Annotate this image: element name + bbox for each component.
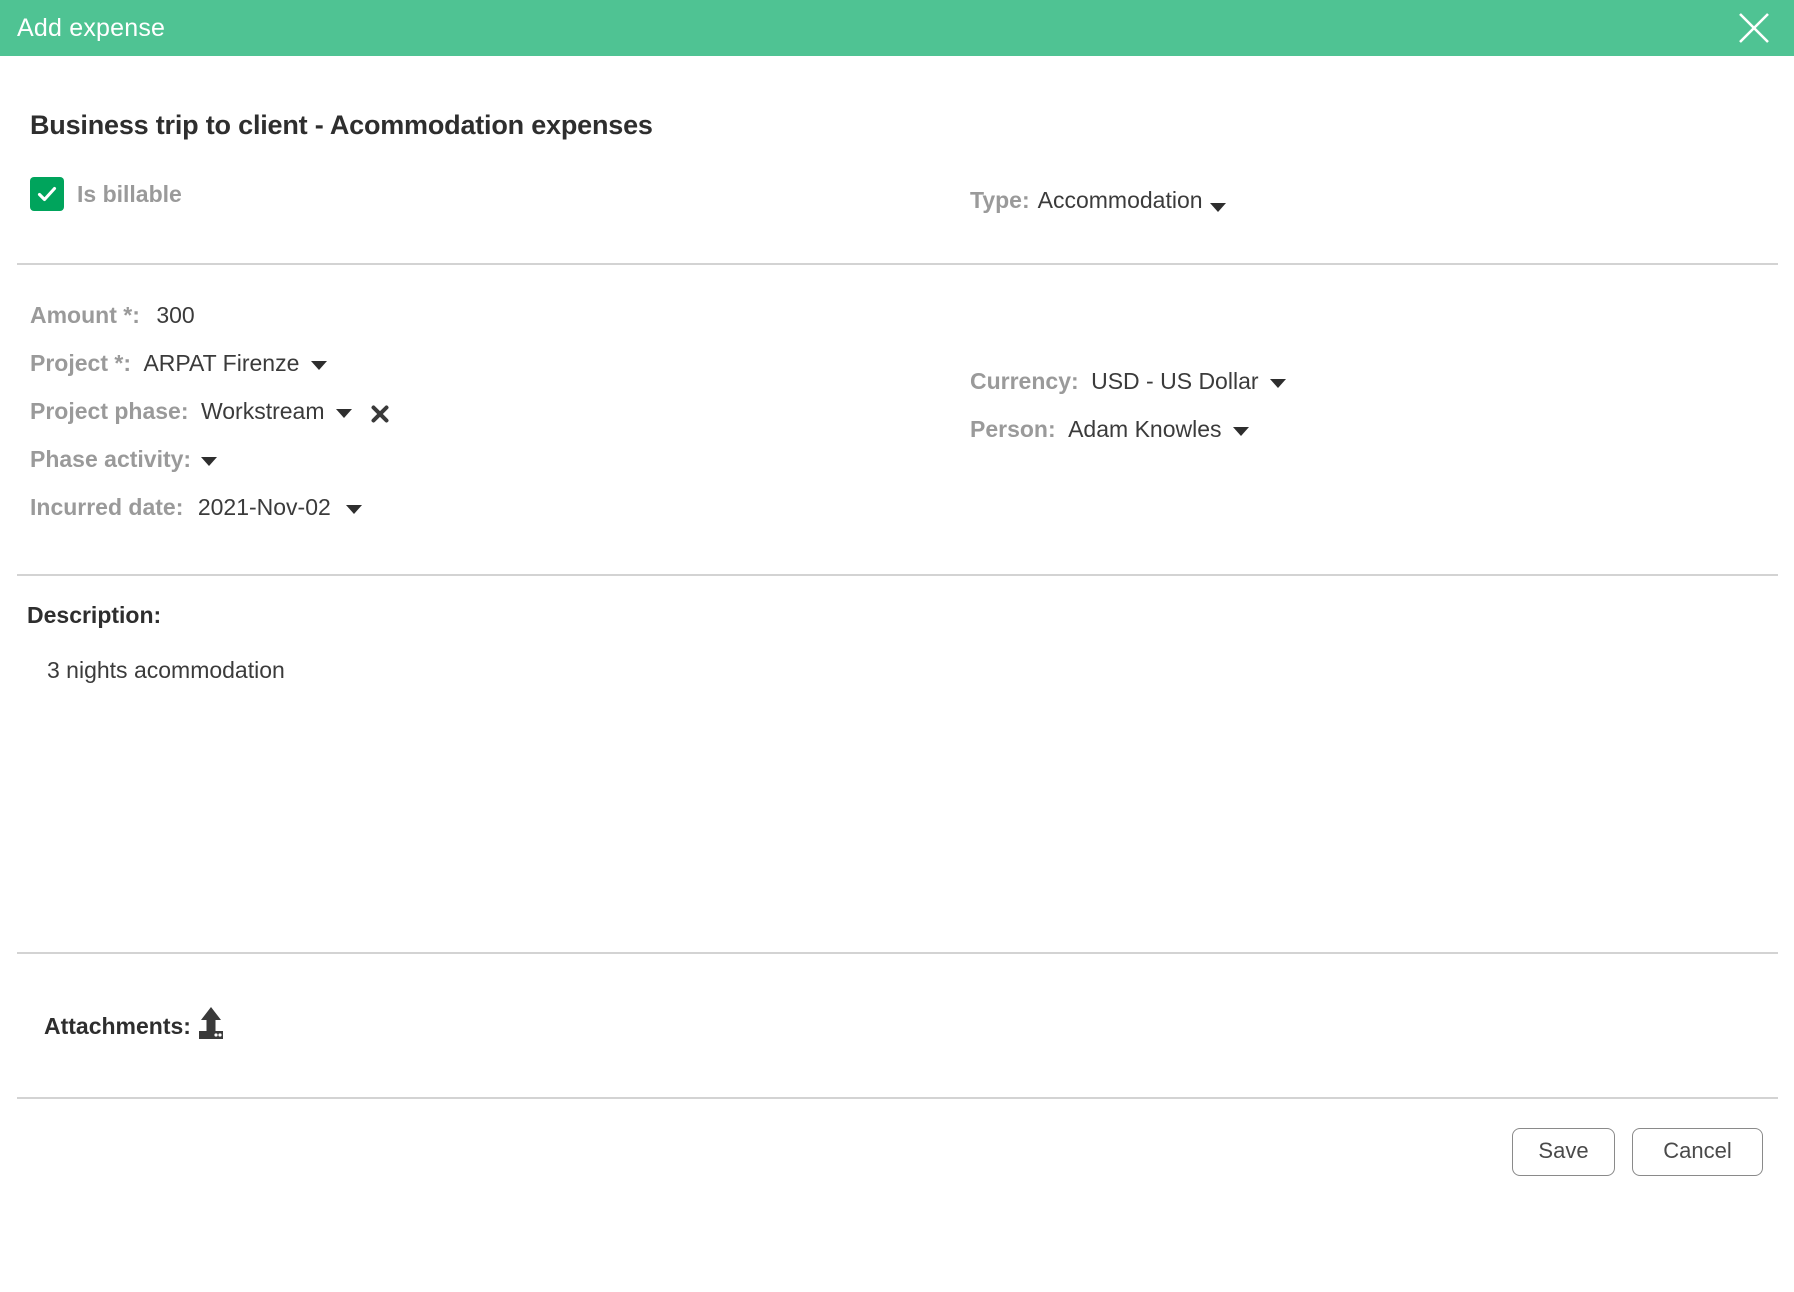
chevron-down-icon[interactable]: [1209, 202, 1226, 212]
chevron-down-icon[interactable]: [200, 457, 217, 467]
field-person-value: Adam Knowles: [1068, 416, 1222, 442]
field-phase-activity-label: Phase activity:: [30, 446, 192, 472]
field-project-phase-label: Project phase:: [30, 398, 189, 424]
field-incurred-date-value: 2021-Nov-02: [197, 494, 331, 520]
billable-type-row: Is billable Type: Accommodation: [0, 141, 1794, 230]
fields-section: Amount *: 300 Project *: ARPAT Firenze P…: [0, 265, 1794, 533]
dialog-body: Business trip to client - Acommodation e…: [0, 56, 1794, 1292]
cancel-button[interactable]: Cancel: [1632, 1128, 1763, 1176]
chevron-down-icon[interactable]: [335, 409, 352, 419]
close-icon[interactable]: [1732, 6, 1776, 50]
field-incurred-date[interactable]: Incurred date: 2021-Nov-02: [30, 485, 895, 533]
field-project-phase-value: Workstream: [200, 398, 325, 424]
description-text[interactable]: 3 nights acommodation: [47, 657, 1794, 684]
upload-icon[interactable]: [191, 1003, 231, 1043]
clear-x-icon[interactable]: [370, 404, 390, 424]
field-amount-value[interactable]: 300: [156, 302, 194, 328]
field-project-label: Project *:: [30, 350, 131, 376]
field-type-label: Type:: [970, 187, 1030, 213]
field-currency[interactable]: Currency: USD - US Dollar: [970, 359, 1794, 407]
field-amount-label: Amount *:: [30, 302, 140, 328]
field-type-value: Accommodation: [1037, 187, 1203, 213]
field-type[interactable]: Type: Accommodation: [970, 178, 1794, 230]
page-title: Business trip to client - Acommodation e…: [30, 110, 653, 140]
field-project-phase[interactable]: Project phase: Workstream: [30, 389, 895, 437]
description-section: Description: 3 nights acommodation: [0, 576, 1794, 952]
field-amount[interactable]: Amount *: 300: [30, 293, 895, 341]
add-expense-dialog: Add expense Business trip to client - Ac…: [0, 0, 1794, 1292]
attachments-label: Attachments:: [44, 1012, 191, 1039]
is-billable-row: Is billable: [30, 177, 895, 211]
field-currency-value: USD - US Dollar: [1091, 368, 1259, 394]
is-billable-label: Is billable: [77, 181, 182, 207]
check-icon: [37, 186, 57, 202]
chevron-down-icon[interactable]: [346, 505, 363, 515]
field-project[interactable]: Project *: ARPAT Firenze: [30, 341, 895, 389]
field-incurred-date-label: Incurred date:: [30, 494, 184, 520]
dialog-header: Add expense: [0, 0, 1794, 56]
field-phase-activity[interactable]: Phase activity:: [30, 437, 895, 485]
field-person-label: Person:: [970, 416, 1056, 442]
chevron-down-icon[interactable]: [1269, 379, 1286, 389]
attachments-section: Attachments:: [0, 954, 1794, 1046]
dialog-footer: Save Cancel: [0, 1099, 1794, 1176]
field-project-value: ARPAT Firenze: [143, 350, 300, 376]
field-currency-label: Currency:: [970, 368, 1079, 394]
dialog-title: Add expense: [17, 13, 166, 42]
description-label: Description:: [27, 602, 162, 628]
checkbox-box: [30, 177, 64, 211]
chevron-down-icon[interactable]: [310, 361, 327, 371]
chevron-down-icon[interactable]: [1232, 427, 1249, 437]
save-button[interactable]: Save: [1512, 1128, 1615, 1176]
is-billable-checkbox[interactable]: Is billable: [30, 177, 182, 211]
field-person[interactable]: Person: Adam Knowles: [970, 407, 1794, 455]
